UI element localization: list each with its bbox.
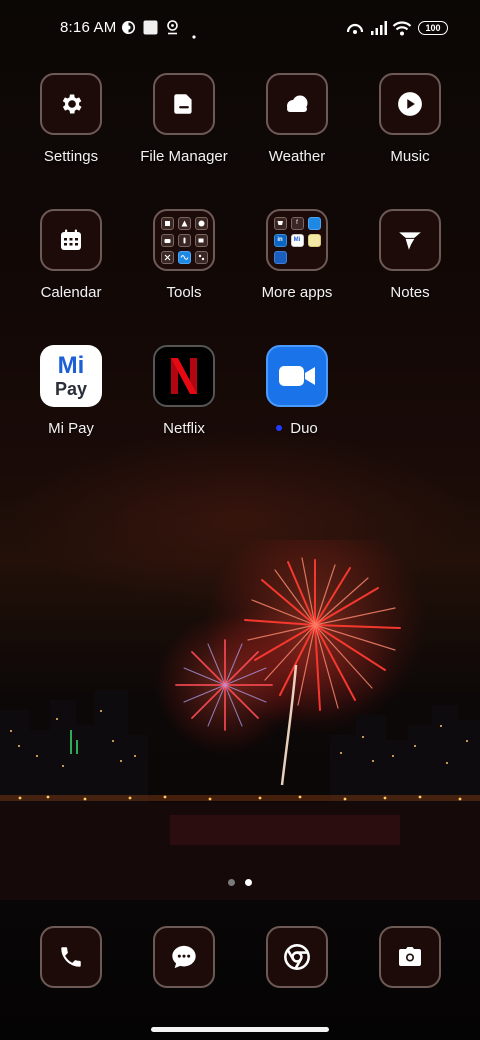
app-label: Tools — [166, 284, 202, 301]
mini-app-icon — [307, 233, 321, 247]
duo-label: Duo — [290, 420, 318, 437]
notes-icon[interactable] — [379, 209, 441, 271]
folder-more-apps[interactable]: f in Mi More apps — [242, 209, 352, 301]
app-file-manager[interactable]: File Manager — [129, 73, 239, 165]
mini-app-icon: Mi — [290, 233, 304, 247]
phone-icon[interactable] — [40, 926, 102, 988]
calendar-icon[interactable] — [40, 209, 102, 271]
status-bar: 8:16 AM 100 — [0, 0, 480, 56]
more-apps-folder-icon[interactable]: f in Mi — [266, 209, 328, 271]
mini-app-icon — [177, 233, 191, 247]
mini-app-icon — [160, 250, 174, 264]
cloud-icon[interactable] — [266, 73, 328, 135]
dot-icon — [192, 26, 196, 44]
location-pin-icon — [166, 20, 179, 40]
gear-icon[interactable] — [40, 73, 102, 135]
mini-app-icon — [194, 250, 208, 264]
app-calendar[interactable]: Calendar — [16, 209, 126, 301]
app-label: Music — [390, 148, 430, 165]
new-install-dot — [276, 425, 283, 431]
app-label: Mi Pay — [48, 420, 94, 437]
camera-icon[interactable] — [379, 926, 441, 988]
tools-folder-icon[interactable] — [153, 209, 215, 271]
mini-app-icon — [177, 216, 191, 230]
app-netflix[interactable]: Netflix — [129, 345, 239, 437]
app-label: Duo — [242, 420, 352, 437]
app-label: Notes — [390, 284, 430, 301]
page-indicator-dot-active[interactable] — [245, 879, 252, 886]
square-notification-icon — [143, 20, 158, 40]
mini-app-icon — [160, 216, 174, 230]
mini-app-icon — [307, 216, 321, 230]
messages-icon[interactable] — [153, 926, 215, 988]
mi-pay-logo-pay: Pay — [54, 379, 88, 399]
app-label: Netflix — [163, 420, 205, 437]
folder-icon[interactable] — [153, 73, 215, 135]
app-weather[interactable]: Weather — [242, 73, 352, 165]
app-label: Weather — [268, 148, 326, 165]
hotspot-icon — [345, 20, 365, 41]
fireworks-wallpaper — [0, 540, 480, 900]
mini-app-icon: f — [290, 216, 304, 230]
folder-tools[interactable]: Tools — [129, 209, 239, 301]
video-camera-icon[interactable] — [266, 345, 328, 407]
app-music[interactable]: Music — [355, 73, 465, 165]
chrome-icon[interactable] — [266, 926, 328, 988]
mi-pay-logo-icon[interactable]: Mi Pay — [40, 345, 102, 407]
mini-app-icon — [273, 250, 287, 264]
mini-app-icon — [194, 216, 208, 230]
app-settings[interactable]: Settings — [16, 73, 126, 165]
signal-icon — [370, 20, 388, 41]
data-saver-icon — [121, 20, 136, 40]
app-notes[interactable]: Notes — [355, 209, 465, 301]
status-time: 8:16 AM — [60, 19, 117, 36]
mi-pay-logo-mi: Mi — [57, 352, 85, 379]
mini-app-icon: in — [273, 233, 287, 247]
app-label: File Manager — [140, 148, 228, 165]
battery-icon: 100 — [418, 21, 448, 35]
netflix-n-icon[interactable] — [153, 345, 215, 407]
mini-app-icon — [160, 233, 174, 247]
mini-app-icon — [177, 250, 191, 264]
app-label: Calendar — [40, 284, 102, 301]
wifi-icon — [392, 20, 412, 41]
app-label: Settings — [43, 148, 99, 165]
home-gesture-bar[interactable] — [151, 1027, 329, 1032]
app-mi-pay[interactable]: Mi Pay Mi Pay — [16, 345, 126, 437]
page-indicator-dot[interactable] — [228, 879, 235, 886]
mini-app-icon — [273, 216, 287, 230]
app-duo[interactable]: Duo — [242, 345, 352, 437]
mini-app-icon — [194, 233, 208, 247]
app-label: More apps — [261, 284, 333, 301]
play-icon[interactable] — [379, 73, 441, 135]
